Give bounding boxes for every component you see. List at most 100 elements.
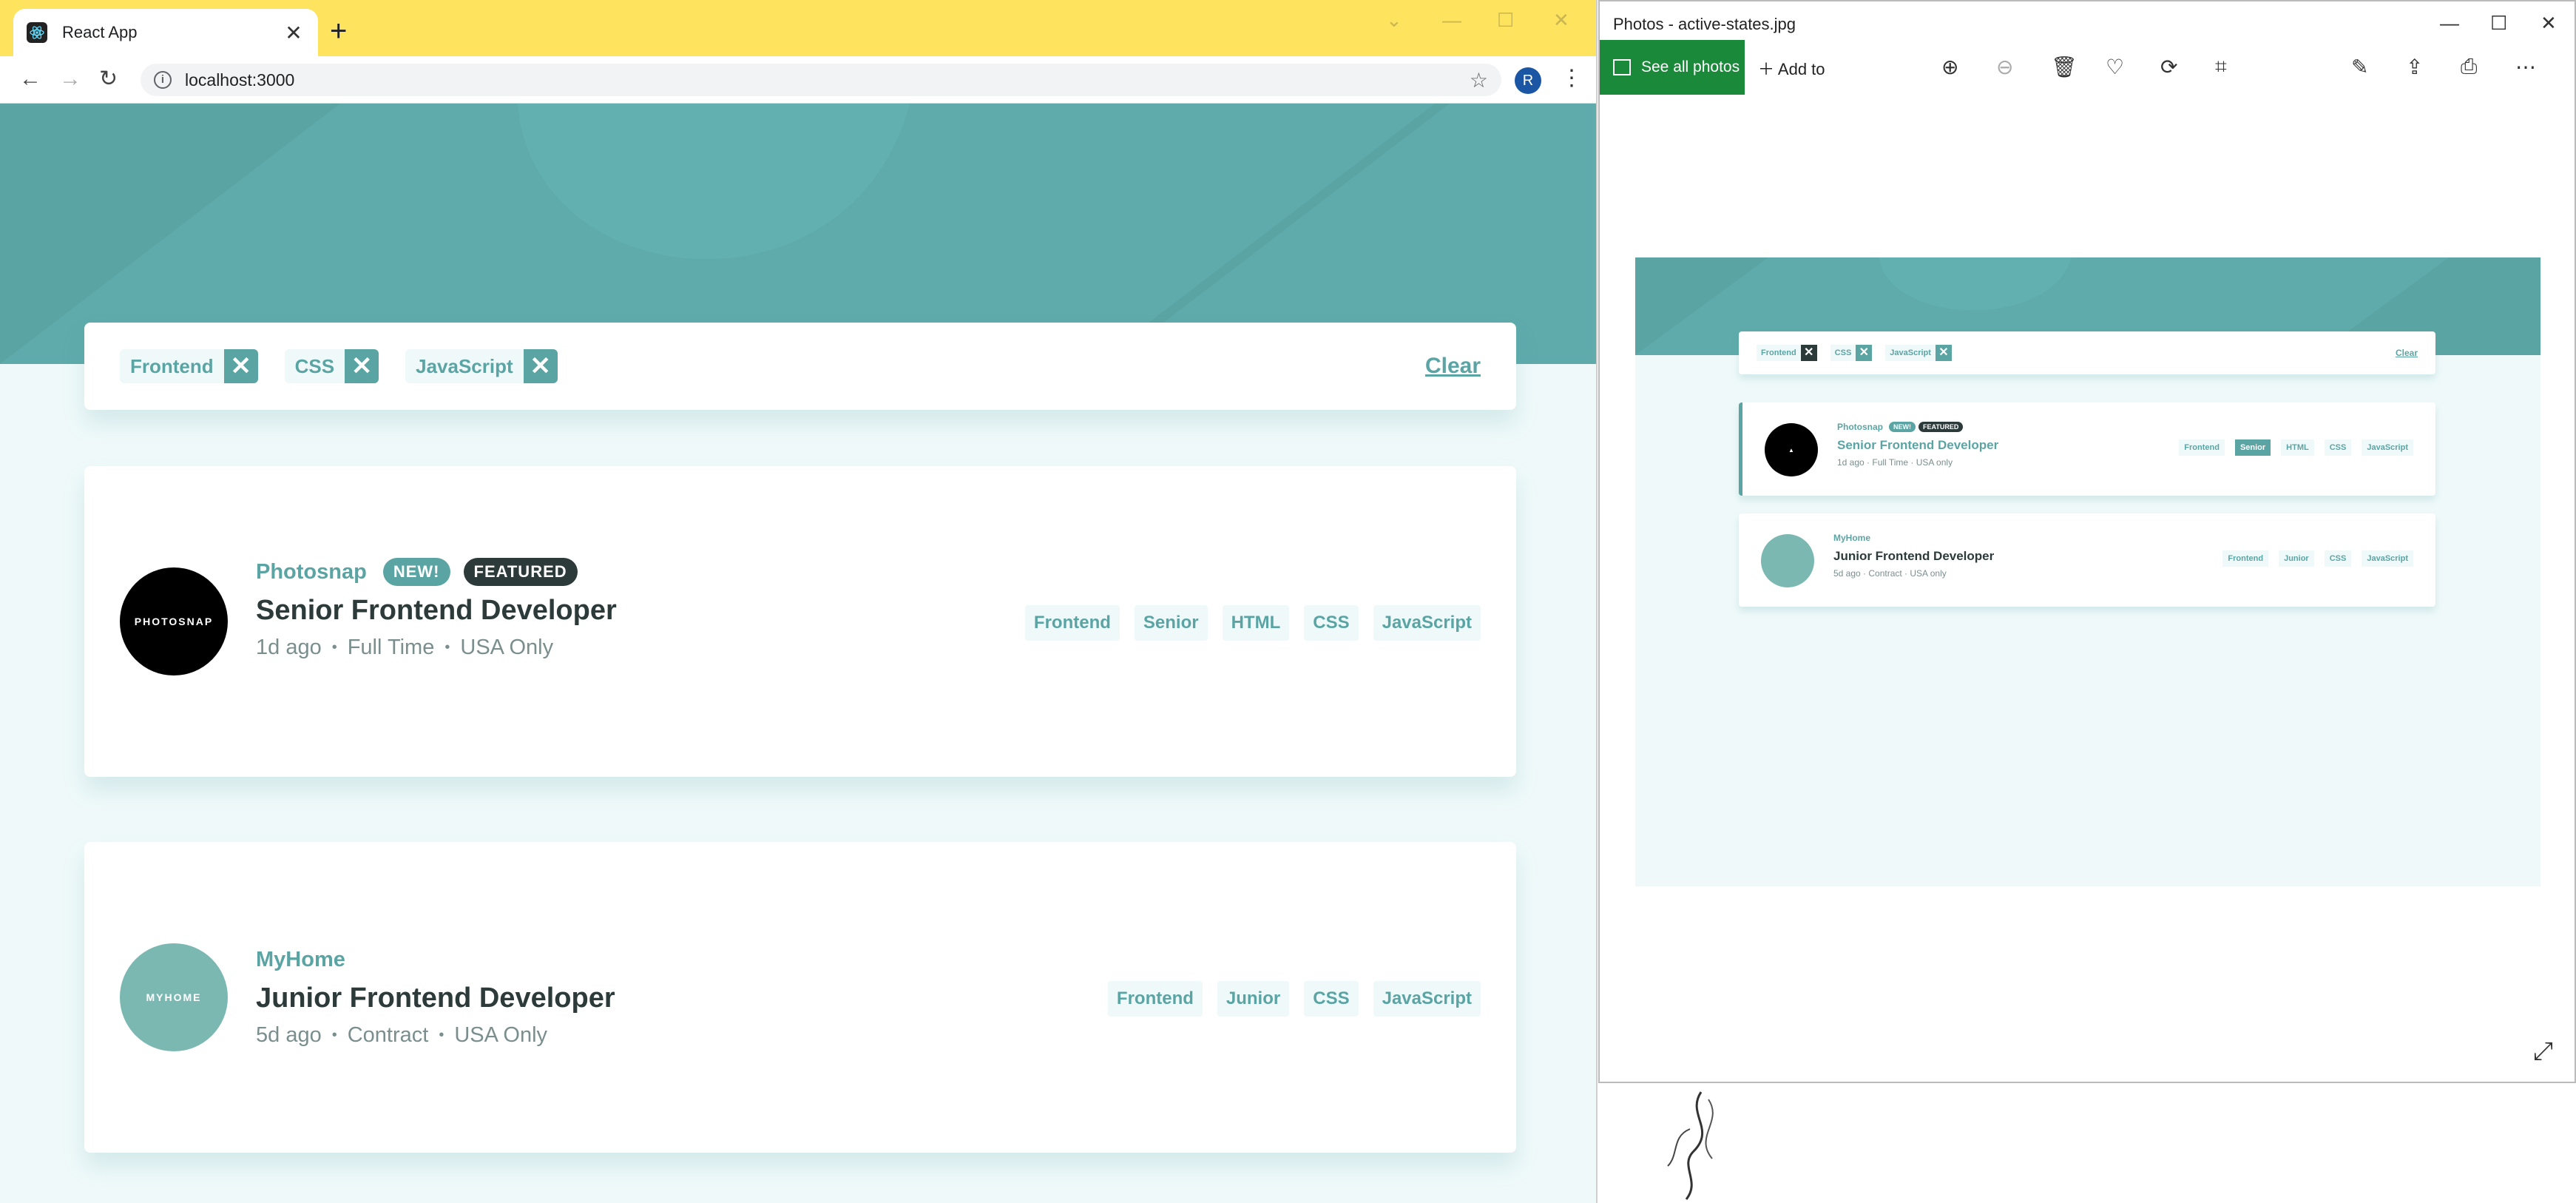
preview-job-meta: 5d ago · Contract · USA only xyxy=(1833,568,1947,579)
photos-toolbar: See all photos ＋ Add to ⊕ ⊖ 🗑 ♡ ⟳ ⌗ ✎ ⇪ … xyxy=(1600,40,2575,95)
preview-tag: Frontend xyxy=(2222,550,2269,567)
preview-tag: JavaScript xyxy=(2362,550,2413,567)
tab-strip: React App ✕ + ⌄ — ☐ ✕ xyxy=(0,0,1596,56)
site-info-icon[interactable]: i xyxy=(154,71,172,89)
close-window-icon[interactable]: ✕ xyxy=(1553,9,1569,32)
tag-button[interactable]: CSS xyxy=(1304,605,1359,641)
see-all-label: See all photos xyxy=(1641,58,1740,75)
job-meta: 5d ago • Contract • USA Only xyxy=(256,1023,615,1048)
clear-filters-link[interactable]: Clear xyxy=(1425,354,1481,379)
preview-company-logo: ▲ xyxy=(1765,423,1818,476)
remove-filter-icon[interactable]: ✕ xyxy=(523,349,558,383)
preview-job-position: Junior Frontend Developer xyxy=(1833,549,1995,563)
delete-icon[interactable]: 🗑 xyxy=(2051,55,2078,79)
tab-close-icon[interactable]: ✕ xyxy=(283,21,305,45)
tag-button[interactable]: JavaScript xyxy=(1373,605,1481,641)
filter-chip: JavaScript ✕ xyxy=(405,349,558,383)
photos-title: Photos - active-states.jpg xyxy=(1613,15,1796,33)
separator-dot: • xyxy=(331,639,337,656)
fullscreen-expand-icon[interactable]: ⤢ xyxy=(2533,1037,2553,1066)
edit-create-icon[interactable]: ✎ xyxy=(2351,55,2368,79)
zoom-out-icon[interactable]: ⊖ xyxy=(1996,55,2013,79)
remove-filter-icon[interactable]: ✕ xyxy=(345,349,379,383)
company-logo: PHOTOSNAP xyxy=(120,567,228,675)
job-listings-page: Frontend ✕ CSS ✕ JavaScript ✕ Clear PHOT… xyxy=(0,104,1596,1203)
preview-company-logo xyxy=(1761,534,1814,587)
filter-chip-label: JavaScript xyxy=(416,354,513,377)
preview-job-tags: Frontend Junior CSS JavaScript xyxy=(2212,550,2413,567)
company-row: MyHome xyxy=(256,944,615,975)
rotate-icon[interactable]: ⟳ xyxy=(2160,55,2177,79)
new-tab-button[interactable]: + xyxy=(330,16,347,46)
tag-button[interactable]: Junior xyxy=(1217,981,1290,1017)
back-arrow-icon[interactable]: ← xyxy=(19,67,41,92)
preview-job-info: MyHome Junior Frontend Developer 5d ago … xyxy=(1833,533,1994,579)
tab-search-icon[interactable]: ⌄ xyxy=(1386,9,1402,32)
tag-button[interactable]: CSS xyxy=(1304,981,1359,1017)
preview-company-name: Photosnap xyxy=(1837,422,1883,432)
desktop: React App ✕ + ⌄ — ☐ ✕ ← → ↻ i localhost:… xyxy=(0,0,2576,1203)
zoom-in-icon[interactable]: ⊕ xyxy=(1941,55,1958,79)
more-options-icon[interactable]: ⋯ xyxy=(2515,55,2536,79)
job-tags: Frontend Junior CSS JavaScript xyxy=(1093,981,1481,1017)
crop-icon[interactable]: ⌗ xyxy=(2215,55,2227,79)
print-icon[interactable]: ⎙ xyxy=(2461,55,2477,79)
address-bar[interactable]: i localhost:3000 ☆ xyxy=(141,64,1501,96)
minimize-icon[interactable]: — xyxy=(2440,12,2459,35)
share-icon[interactable]: ⇪ xyxy=(2406,55,2423,79)
preview-remove-icon: ✕ xyxy=(1856,345,1873,361)
kebab-menu-icon[interactable]: ⋮ xyxy=(1561,65,1583,91)
preview-job-info: Photosnap NEW! FEATURED Senior Frontend … xyxy=(1837,422,1998,468)
tab-react-app[interactable]: React App ✕ xyxy=(13,9,318,56)
preview-tag: Frontend xyxy=(2179,439,2225,456)
job-position[interactable]: Senior Frontend Developer xyxy=(256,595,617,627)
job-tags: Frontend Senior HTML CSS JavaScript xyxy=(1010,605,1481,641)
featured-badge: FEATURED xyxy=(463,558,578,586)
preview-chip-label: Frontend xyxy=(1761,348,1796,357)
tag-button[interactable]: Frontend xyxy=(1107,981,1203,1017)
profile-avatar[interactable]: R xyxy=(1515,67,1541,94)
preview-chip: Frontend ✕ xyxy=(1757,345,1817,361)
preview-clear-link: Clear xyxy=(2395,348,2418,358)
preview-featured-badge: FEATURED xyxy=(1919,422,1964,432)
add-to-button[interactable]: ＋ Add to xyxy=(1758,56,1825,80)
filter-chip-label: CSS xyxy=(294,354,335,377)
company-row: Photosnap NEW! FEATURED xyxy=(256,556,617,587)
job-info: MyHome Junior Frontend Developer 5d ago … xyxy=(256,944,615,1048)
company-logo: MYHOME xyxy=(120,943,228,1051)
preview-chip: JavaScript ✕ xyxy=(1885,345,1952,361)
tag-button[interactable]: HTML xyxy=(1222,605,1290,641)
maximize-icon[interactable]: ☐ xyxy=(2490,12,2507,35)
see-all-photos-button[interactable]: See all photos xyxy=(1600,40,1745,95)
preview-remove-icon: ✕ xyxy=(1935,345,1952,361)
preview-company-row: MyHome xyxy=(1833,533,1994,543)
minimize-icon[interactable]: — xyxy=(1442,9,1461,32)
new-badge: NEW! xyxy=(382,558,450,586)
close-window-icon[interactable]: ✕ xyxy=(2540,12,2557,35)
remove-filter-icon[interactable]: ✕ xyxy=(223,349,258,383)
bookmark-star-icon[interactable]: ☆ xyxy=(1470,68,1488,92)
preview-job-card-myhome: MyHome Junior Frontend Developer 5d ago … xyxy=(1739,513,2435,607)
chrome-window: React App ✕ + ⌄ — ☐ ✕ ← → ↻ i localhost:… xyxy=(0,0,1598,1203)
preview-job-tags: Frontend Senior HTML CSS JavaScript xyxy=(2168,439,2413,456)
job-card-myhome: MYHOME MyHome Junior Frontend Developer … xyxy=(84,842,1516,1153)
forward-arrow-icon[interactable]: → xyxy=(59,67,81,92)
logo-text: PHOTOSNAP xyxy=(134,616,214,627)
tag-button[interactable]: Senior xyxy=(1134,605,1208,641)
company-name: Photosnap xyxy=(256,559,367,584)
add-to-label: Add to xyxy=(1777,60,1825,78)
reload-icon[interactable]: ↻ xyxy=(99,67,118,92)
favorite-heart-icon[interactable]: ♡ xyxy=(2106,55,2124,79)
separator-dot: • xyxy=(331,1027,337,1043)
preview-chip-label: CSS xyxy=(1834,348,1852,357)
tag-button[interactable]: JavaScript xyxy=(1373,981,1481,1017)
preview-remove-icon: ✕ xyxy=(1800,345,1817,361)
wallpaper-sketch xyxy=(1667,1091,1714,1200)
preview-tag: CSS xyxy=(2324,439,2352,456)
preview-job-meta: 1d ago · Full Time · USA only xyxy=(1837,457,1953,468)
job-position[interactable]: Junior Frontend Developer xyxy=(256,983,615,1014)
posted-at: 5d ago xyxy=(256,1023,322,1047)
maximize-icon[interactable]: ☐ xyxy=(1497,9,1514,32)
tag-button[interactable]: Frontend xyxy=(1024,605,1120,641)
preview-filter-bar: Frontend ✕ CSS ✕ JavaScript ✕ Clear xyxy=(1739,331,2435,374)
